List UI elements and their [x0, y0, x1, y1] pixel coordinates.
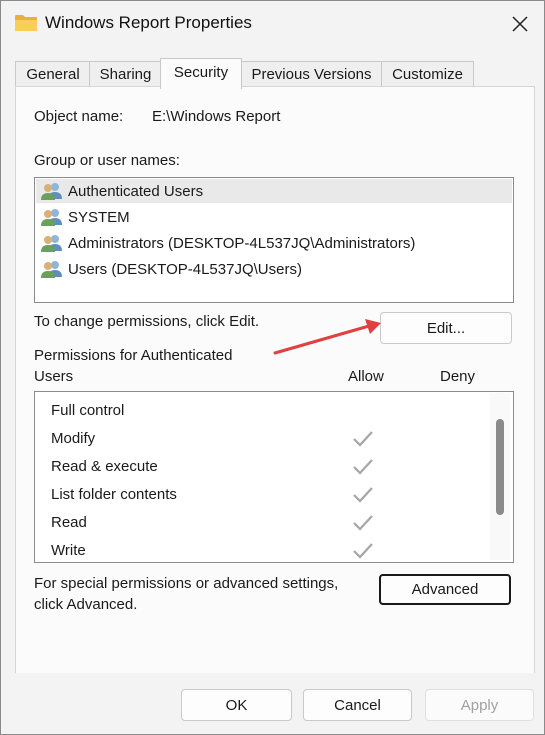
annotation-arrow	[273, 319, 381, 355]
properties-window: Windows Report Properties General Sharin…	[0, 0, 545, 735]
check-icon	[353, 515, 373, 531]
tab-sharing[interactable]: Sharing	[89, 61, 162, 88]
security-panel: Object name: E:\Windows Report Group or …	[15, 86, 535, 675]
change-permissions-hint: To change permissions, click Edit.	[34, 313, 260, 330]
edit-button[interactable]: Edit...	[380, 312, 512, 344]
tab-security[interactable]: Security	[160, 58, 242, 89]
object-name-value: E:\Windows Report	[152, 108, 281, 125]
permission-write: Write	[51, 542, 86, 559]
check-icon	[353, 487, 373, 503]
user-name: SYSTEM	[68, 208, 130, 226]
close-icon	[512, 16, 528, 32]
users-group-icon	[41, 261, 62, 278]
window-title: Windows Report Properties	[45, 13, 252, 32]
group-user-list[interactable]: Authenticated Users SYSTEM Administrator…	[34, 177, 514, 303]
scrollbar-thumb[interactable]	[496, 419, 504, 515]
permissions-list[interactable]: Full control Modify Read & execute List …	[34, 391, 514, 563]
list-item-administrators[interactable]: Administrators (DESKTOP-4L537JQ\Administ…	[40, 231, 415, 255]
permission-modify: Modify	[51, 430, 96, 447]
user-name: Users (DESKTOP-4L537JQ\Users)	[68, 260, 302, 278]
tab-general[interactable]: General	[15, 61, 91, 88]
users-group-icon	[41, 235, 62, 252]
folder-icon	[14, 14, 38, 32]
advanced-button[interactable]: Advanced	[379, 574, 511, 605]
users-group-icon	[41, 209, 62, 226]
dialog-footer: OK Cancel Apply	[1, 673, 544, 734]
list-item-system[interactable]: SYSTEM	[40, 205, 130, 229]
permissions-scrollbar[interactable]	[490, 393, 510, 560]
user-name: Administrators (DESKTOP-4L537JQ\Administ…	[68, 234, 416, 252]
user-name: Authenticated Users	[68, 182, 204, 200]
object-name-label: Object name:	[34, 108, 124, 125]
tab-customize[interactable]: Customize	[381, 61, 474, 88]
permissions-header-line1: Permissions for Authenticated	[34, 347, 233, 364]
permission-read: Read	[51, 514, 87, 531]
group-names-label: Group or user names:	[34, 152, 180, 169]
users-group-icon	[41, 183, 62, 200]
close-button[interactable]	[503, 7, 537, 41]
ok-button[interactable]: OK	[181, 689, 292, 721]
check-icon	[353, 459, 373, 475]
permission-read-execute: Read & execute	[51, 458, 158, 475]
list-item-users[interactable]: Users (DESKTOP-4L537JQ\Users)	[40, 257, 302, 281]
tab-previous-versions[interactable]: Previous Versions	[240, 61, 383, 88]
advanced-hint-line2: click Advanced.	[34, 596, 138, 613]
check-icon	[353, 543, 373, 559]
apply-button[interactable]: Apply	[425, 689, 534, 721]
list-item-authenticated-users[interactable]: Authenticated Users	[40, 179, 203, 203]
cancel-button[interactable]: Cancel	[303, 689, 412, 721]
permission-full-control: Full control	[51, 402, 125, 419]
permissions-header-line2: Users	[34, 368, 74, 385]
allow-column-header: Allow	[348, 368, 384, 385]
deny-column-header: Deny	[440, 368, 476, 385]
permission-list-folder-contents: List folder contents	[51, 486, 177, 503]
check-icon	[353, 431, 373, 447]
title-bar[interactable]: Windows Report Properties	[1, 1, 544, 47]
advanced-hint-line1: For special permissions or advanced sett…	[34, 575, 339, 592]
